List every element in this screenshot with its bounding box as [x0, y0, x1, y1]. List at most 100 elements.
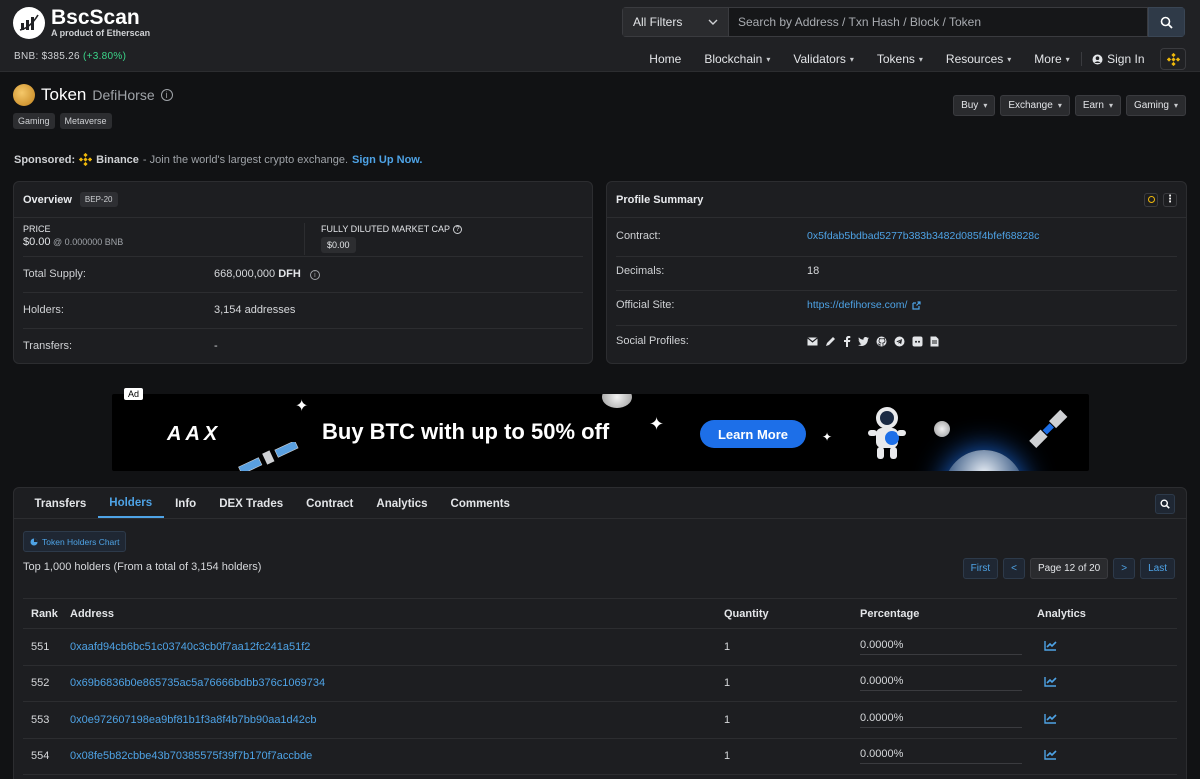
tab-analytics[interactable]: Analytics — [365, 498, 439, 518]
social-profiles-label: Social Profiles: — [616, 335, 689, 347]
buy-button[interactable]: Buy ▾ — [953, 95, 996, 116]
nav-blockchain[interactable]: Blockchain ▾ — [693, 52, 782, 66]
total-supply-value-wrap: 668,000,000 DFH i — [214, 268, 320, 281]
token-holders-chart-button[interactable]: Token Holders Chart — [23, 531, 127, 552]
ad-banner[interactable]: AAX Buy BTC with up to 50% off ✦ ✦ ✦ Lea… — [112, 394, 1089, 471]
circle-status-icon[interactable] — [1144, 192, 1158, 207]
transfers-row: Transfers: - — [23, 336, 583, 356]
row-percentage: 0.0000% — [860, 675, 1022, 692]
telegram-icon[interactable] — [894, 336, 905, 347]
divider — [23, 328, 583, 329]
nav-tokens[interactable]: Tokens ▾ — [865, 52, 934, 66]
ad-label: Ad — [124, 388, 144, 400]
pencil-icon[interactable] — [825, 336, 836, 347]
nav-validators[interactable]: Validators ▾ — [782, 52, 866, 66]
tag-metaverse[interactable]: Metaverse — [59, 113, 112, 129]
pagination-next[interactable]: > — [1113, 558, 1136, 579]
nav-home-label: Home — [649, 52, 682, 66]
nav-more[interactable]: More ▾ — [1023, 52, 1081, 66]
pie-chart-icon — [30, 538, 38, 545]
sparkle-icon: ✦ — [295, 398, 309, 415]
top-header: BscScan A product of Etherscan BNB: $385… — [0, 0, 1200, 72]
discord-icon[interactable] — [912, 336, 923, 347]
chevron-down-icon: ▾ — [849, 54, 854, 64]
holders-table: Rank Address Quantity Percentage Analyti… — [23, 598, 1177, 775]
row-percentage: 0.0000% — [860, 748, 1022, 765]
tag-gaming[interactable]: Gaming — [13, 113, 55, 129]
total-supply-symbol: DFH — [278, 267, 301, 280]
row-address-link[interactable]: 0x0e972607198ea9bf81b1f3a8f4b7bb90aa1d42… — [70, 714, 317, 726]
sponsor-text: - Join the world's largest crypto exchan… — [142, 153, 349, 166]
search-input[interactable]: Search by Address / Txn Hash / Block / T… — [729, 7, 1148, 37]
bnb-price-label: BNB: $385.26 — [14, 51, 80, 62]
exchange-button[interactable]: Exchange ▾ — [1000, 95, 1070, 116]
sponsor-signup-link[interactable]: Sign Up Now. — [352, 154, 422, 166]
coin-icon — [602, 394, 632, 408]
analytics-chart-icon[interactable] — [1044, 640, 1057, 651]
search-filter-select[interactable]: All Filters — [622, 7, 729, 37]
tab-contract[interactable]: Contract — [295, 498, 365, 518]
info-icon[interactable]: i — [309, 270, 320, 281]
tab-comments[interactable]: Comments — [439, 498, 521, 518]
row-address-link[interactable]: 0x69b6836b0e865735ac5a76666bdbb376c10697… — [70, 677, 325, 689]
analytics-chart-icon[interactable] — [1044, 676, 1057, 687]
more-options-icon[interactable]: ⋮ — [1163, 192, 1177, 207]
search-button[interactable] — [1148, 7, 1185, 37]
email-icon[interactable] — [807, 336, 818, 346]
buy-label: Buy — [961, 100, 979, 111]
analytics-chart-icon[interactable] — [1044, 713, 1057, 724]
tab-info[interactable]: Info — [164, 498, 208, 518]
analytics-chart-icon[interactable] — [1044, 749, 1057, 760]
nav-blockchain-label: Blockchain — [704, 52, 763, 66]
price-label: PRICE — [23, 224, 51, 234]
token-holders-chart-label: Token Holders Chart — [42, 536, 120, 547]
tab-holders[interactable]: Holders — [97, 497, 164, 518]
facebook-icon[interactable] — [843, 335, 851, 347]
official-site-wrap: https://defihorse.com/ — [807, 299, 921, 311]
bscscan-logo[interactable]: BscScan A product of Etherscan — [13, 7, 150, 39]
table-row: 554 0x08fe5b82cbbe43b70385575f39f7b170f7… — [23, 739, 1177, 775]
row-rank: 553 — [31, 713, 50, 726]
pagination-first[interactable]: First — [962, 558, 999, 579]
token-logo-icon — [13, 84, 35, 106]
tab-search-button[interactable] — [1155, 494, 1175, 514]
pagination-last[interactable]: Last — [1140, 558, 1175, 579]
price-value: $0.00 — [23, 236, 51, 248]
tab-dex-trades[interactable]: DEX Trades — [208, 498, 295, 518]
logo-mark-icon — [13, 7, 45, 39]
overview-header: Overview BEP-20 — [14, 182, 592, 218]
page-title: Token DefiHorse i — [13, 84, 173, 106]
github-icon[interactable] — [876, 336, 887, 347]
earth-icon — [944, 450, 1024, 471]
sign-in-label: Sign In — [1107, 52, 1145, 66]
row-quantity: 1 — [724, 713, 731, 726]
market-cap-label: FULLY DILUTED MARKET CAP — [321, 224, 451, 234]
official-site-link[interactable]: https://defihorse.com/ — [807, 299, 907, 311]
divider — [23, 292, 583, 293]
profile-header: Profile Summary ⋮ — [607, 182, 1186, 218]
nav-home[interactable]: Home — [638, 52, 693, 66]
nav-resources[interactable]: Resources ▾ — [934, 52, 1022, 66]
chevron-down-icon: ▾ — [1007, 54, 1012, 64]
table-row: 553 0x0e972607198ea9bf81b1f3a8f4b7bb90aa… — [23, 702, 1177, 739]
tab-transfers[interactable]: Transfers — [23, 498, 98, 518]
earn-button[interactable]: Earn ▾ — [1074, 95, 1121, 116]
chevron-down-icon — [708, 19, 718, 25]
contract-address-link[interactable]: 0x5fdab5bdbad5277b383b3482d085f4bfef6882… — [807, 230, 1039, 242]
official-site-row: Official Site: https://defihorse.com/ — [616, 295, 1177, 315]
chevron-down-icon: ▾ — [1057, 101, 1062, 110]
whitepaper-icon[interactable] — [930, 336, 939, 347]
ad-cta-button[interactable]: Learn More — [700, 420, 806, 448]
sign-in-link[interactable]: Sign In — [1081, 52, 1156, 66]
row-address-link[interactable]: 0xaafd94cb6bc51c03740c3cb0f7aa12fc241a51… — [70, 641, 310, 653]
network-switch-button[interactable] — [1160, 48, 1186, 70]
info-icon[interactable]: i — [160, 89, 173, 101]
gaming-button[interactable]: Gaming ▾ — [1125, 95, 1186, 116]
pagination-prev[interactable]: < — [1003, 558, 1025, 579]
row-address-link[interactable]: 0x08fe5b82cbbe43b70385575f39f7b170f7accb… — [70, 750, 312, 762]
external-link-icon[interactable] — [912, 300, 921, 310]
nav-resources-label: Resources — [945, 52, 1004, 66]
binance-logo-icon — [79, 153, 93, 166]
twitter-icon[interactable] — [858, 336, 869, 346]
bnb-price-change: (+3.80%) — [82, 51, 127, 62]
